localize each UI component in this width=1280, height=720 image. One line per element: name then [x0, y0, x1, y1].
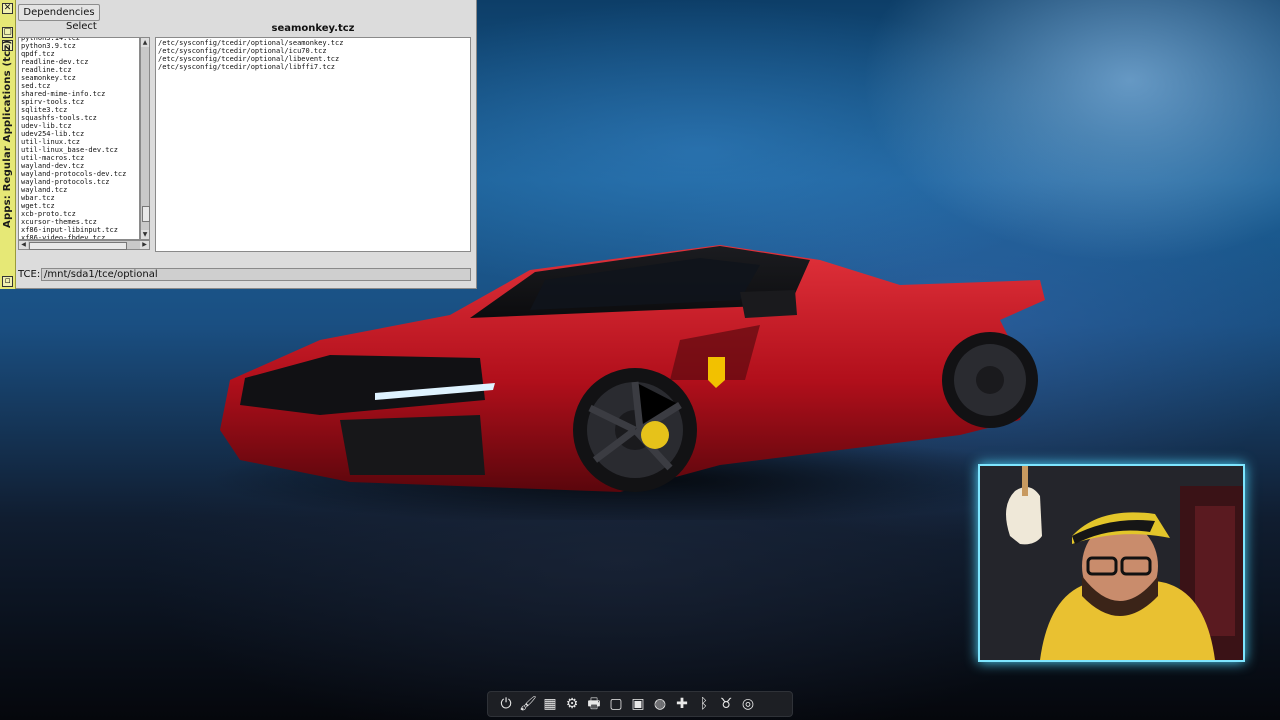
bluetooth-icon[interactable]: ᛒ	[694, 694, 714, 714]
resize-icon[interactable]: ▫	[2, 276, 13, 287]
package-list-item[interactable]: xcb-proto.tcz	[21, 210, 126, 218]
package-list-item[interactable]: xf86-input-libinput.tcz	[21, 226, 126, 234]
scroll-right-icon[interactable]: ▶	[140, 241, 149, 249]
dependency-file-item[interactable]: /etc/sysconfig/tcedir/optional/libevent.…	[158, 55, 468, 63]
package-list-item[interactable]: wget.tcz	[21, 202, 126, 210]
package-list-item[interactable]: squashfs-tools.tcz	[21, 114, 126, 122]
package-list-item[interactable]: wayland-protocols-dev.tcz	[21, 170, 126, 178]
webcam-person-image	[980, 466, 1243, 660]
tce-path-field[interactable]: /mnt/sda1/tce/optional	[41, 268, 471, 281]
scroll-left-icon[interactable]: ◀	[19, 241, 28, 249]
settings-icon[interactable]: ⚙	[562, 694, 582, 714]
package-icon[interactable]: ✚	[672, 694, 692, 714]
display-icon[interactable]: ▢	[606, 694, 626, 714]
selected-package-title: seamonkey.tcz	[271, 23, 355, 34]
package-list-horizontal-scrollbar[interactable]: ◀ ▶	[18, 240, 150, 250]
terminal-icon[interactable]: ▣	[628, 694, 648, 714]
package-list-vertical-scrollbar[interactable]: ▲ ▼	[140, 37, 150, 240]
apps-window: ✕ ▢ – ▫ Apps: Regular Applications (tcz)…	[0, 0, 477, 289]
dock-launcher: ⏻ 🖌 ▦ ⚙ 🖶 ▢ ▣ ◍ ✚ ᛒ ♉ ◎	[487, 691, 793, 717]
tce-label: TCE:	[18, 269, 41, 280]
scroll-up-icon[interactable]: ▲	[141, 38, 149, 47]
package-list-item[interactable]: readline-dev.tcz	[21, 58, 126, 66]
package-list-item[interactable]: seamonkey.tcz	[21, 74, 126, 82]
exit-icon[interactable]: ⏻	[496, 694, 516, 714]
package-list-item[interactable]: sqlite3.tcz	[21, 106, 126, 114]
package-list-item[interactable]: shared-mime-info.tcz	[21, 90, 126, 98]
package-list-item[interactable]: spirv-tools.tcz	[21, 98, 126, 106]
package-list-item[interactable]: python3.9.tcz	[21, 42, 126, 50]
dependency-file-item[interactable]: /etc/sysconfig/tcedir/optional/libffi7.t…	[158, 63, 468, 71]
package-list[interactable]: python3.14.tcz python3.9.tcz qpdf.tcz readl…	[18, 37, 140, 240]
dependencies-button[interactable]: Dependencies	[18, 4, 100, 21]
scroll-down-icon[interactable]: ▼	[141, 230, 149, 239]
scroll-thumb[interactable]	[142, 206, 150, 222]
image-editor-icon[interactable]: ▦	[540, 694, 560, 714]
package-list-item[interactable]: wbar.tcz	[21, 194, 126, 202]
package-list-item[interactable]: wayland-protocols.tcz	[21, 178, 126, 186]
package-list-item[interactable]: util-macros.tcz	[21, 154, 126, 162]
mascot-icon[interactable]: ♉	[716, 694, 736, 714]
package-list-item[interactable]: wayland.tcz	[21, 186, 126, 194]
webcam-overlay	[978, 464, 1245, 662]
package-list-item[interactable]: util-linux.tcz	[21, 138, 126, 146]
package-list-item[interactable]: udev-lib.tcz	[21, 122, 126, 130]
maximize-icon[interactable]: ▢	[2, 27, 13, 38]
package-list-item[interactable]: sed.tcz	[21, 82, 126, 90]
close-icon[interactable]: ✕	[2, 3, 13, 14]
printer-icon[interactable]: 🖶	[584, 694, 604, 714]
dependency-file-item[interactable]: /etc/sysconfig/tcedir/optional/seamonkey…	[158, 39, 468, 47]
brush-icon[interactable]: 🖌	[518, 694, 538, 714]
package-list-item[interactable]: qpdf.tcz	[21, 50, 126, 58]
package-list-item[interactable]: readline.tcz	[21, 66, 126, 74]
scroll-thumb[interactable]	[29, 242, 127, 250]
browser-icon[interactable]: ◎	[738, 694, 758, 714]
package-list-item[interactable]: xcursor-themes.tcz	[21, 218, 126, 226]
window-titlebar[interactable]: ✕ ▢ – ▫ Apps: Regular Applications (tcz)	[0, 0, 16, 289]
select-label: Select	[66, 21, 97, 32]
package-list-item[interactable]: wayland-dev.tcz	[21, 162, 126, 170]
dependency-file-item[interactable]: /etc/sysconfig/tcedir/optional/icu70.tcz	[158, 47, 468, 55]
globe-icon[interactable]: ◍	[650, 694, 670, 714]
dependency-file-list[interactable]: /etc/sysconfig/tcedir/optional/seamonkey…	[155, 37, 471, 252]
package-list-item[interactable]: util-linux_base-dev.tcz	[21, 146, 126, 154]
package-list-item[interactable]: udev254-lib.tcz	[21, 130, 126, 138]
